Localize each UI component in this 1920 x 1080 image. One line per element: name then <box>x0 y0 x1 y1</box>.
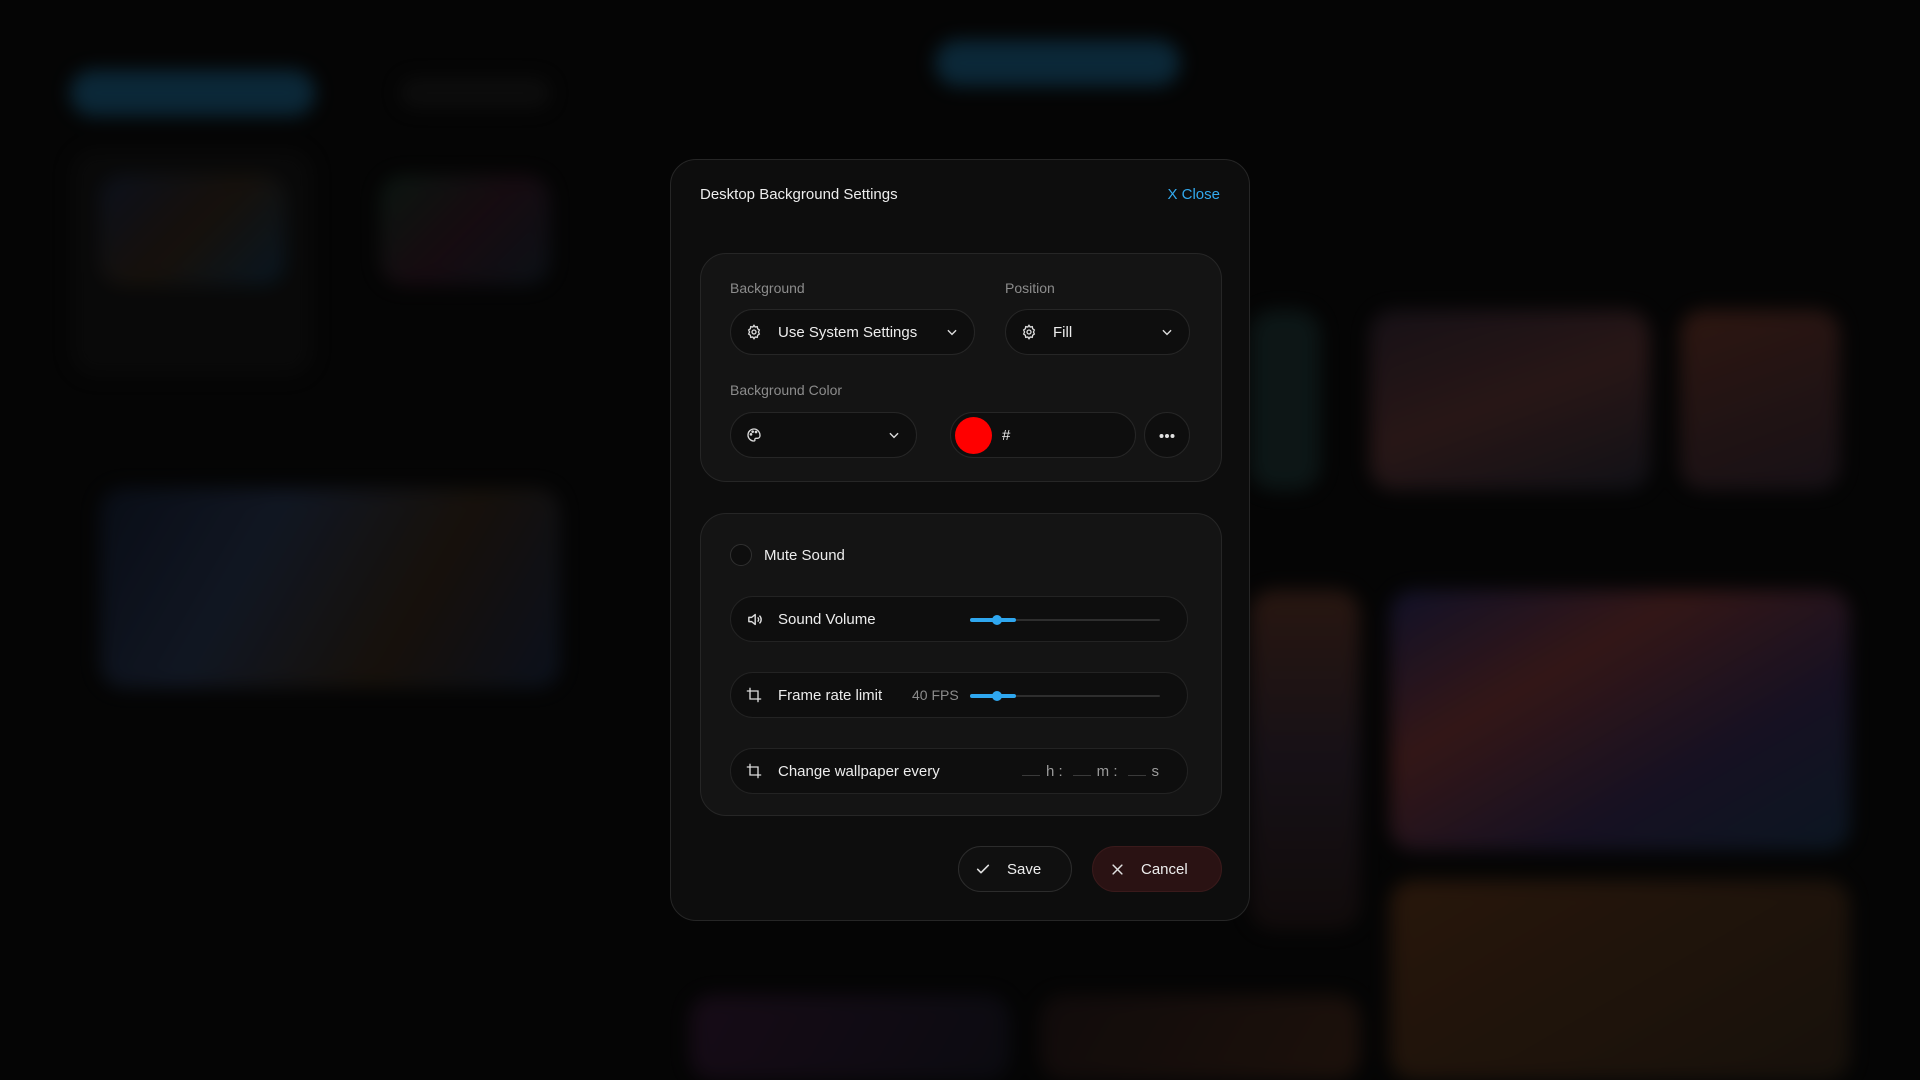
position-select-value: Fill <box>1053 323 1073 341</box>
gear-icon <box>743 321 765 343</box>
cancel-button[interactable]: Cancel <box>1092 846 1222 892</box>
seconds-input[interactable] <box>1127 764 1146 776</box>
position-label: Position <box>1005 280 1055 296</box>
gear-icon <box>1018 321 1040 343</box>
position-select[interactable]: Fill <box>1005 309 1190 355</box>
chevron-down-icon <box>944 324 960 340</box>
frame-rate-value: 40 FPS <box>912 687 959 703</box>
background-select[interactable]: Use System Settings <box>730 309 975 355</box>
frame-icon <box>743 684 765 706</box>
sound-volume-row: Sound Volume <box>730 596 1188 642</box>
minutes-unit: m : <box>1096 763 1118 780</box>
dialog-title: Desktop Background Settings <box>700 186 898 203</box>
chevron-down-icon <box>1159 324 1175 340</box>
close-button[interactable]: X Close <box>1167 186 1220 203</box>
hours-input[interactable] <box>1021 764 1040 776</box>
background-select-value: Use System Settings <box>778 323 918 341</box>
slider-thumb[interactable] <box>991 615 1002 625</box>
change-wallpaper-label: Change wallpaper every <box>778 762 940 780</box>
hex-color-input[interactable]: # <box>950 412 1136 458</box>
frame-rate-row: Frame rate limit 40 FPS <box>730 672 1188 718</box>
chevron-down-icon <box>886 427 902 443</box>
save-button[interactable]: Save <box>958 846 1072 892</box>
background-color-label: Background Color <box>730 382 843 398</box>
sound-volume-label: Sound Volume <box>778 610 876 628</box>
ellipsis-icon <box>1159 426 1175 444</box>
close-icon <box>1107 859 1127 879</box>
background-label: Background <box>730 280 805 296</box>
more-options-button[interactable] <box>1144 412 1190 458</box>
color-swatch[interactable] <box>955 416 992 454</box>
check-icon <box>973 859 993 879</box>
change-wallpaper-row: Change wallpaper every h : m : s <box>730 748 1188 794</box>
hours-unit: h : <box>1045 763 1063 780</box>
sound-panel: Mute Sound Sound Volume Frame rate limit… <box>700 513 1222 816</box>
background-panel: Background Use System Settings Position … <box>700 253 1222 482</box>
frame-rate-label: Frame rate limit <box>778 686 883 704</box>
mute-sound-checkbox[interactable] <box>730 544 752 566</box>
slider-thumb[interactable] <box>991 691 1002 701</box>
mute-sound-row: Mute Sound <box>730 544 845 566</box>
seconds-unit: s <box>1151 763 1160 780</box>
cancel-button-label: Cancel <box>1141 860 1188 878</box>
save-button-label: Save <box>1007 860 1042 878</box>
frame-icon <box>743 760 765 782</box>
background-color-select[interactable] <box>730 412 917 458</box>
hex-prefix: # <box>1002 426 1011 444</box>
sound-volume-slider[interactable] <box>970 615 1160 625</box>
mute-sound-label: Mute Sound <box>764 546 845 564</box>
wallpaper-interval-input: h : m : s <box>1021 763 1160 780</box>
frame-rate-slider[interactable] <box>970 691 1160 701</box>
palette-icon <box>743 424 765 446</box>
speaker-icon <box>743 608 765 630</box>
desktop-background-settings-dialog: Desktop Background Settings X Close Back… <box>670 159 1250 921</box>
minutes-input[interactable] <box>1072 764 1091 776</box>
